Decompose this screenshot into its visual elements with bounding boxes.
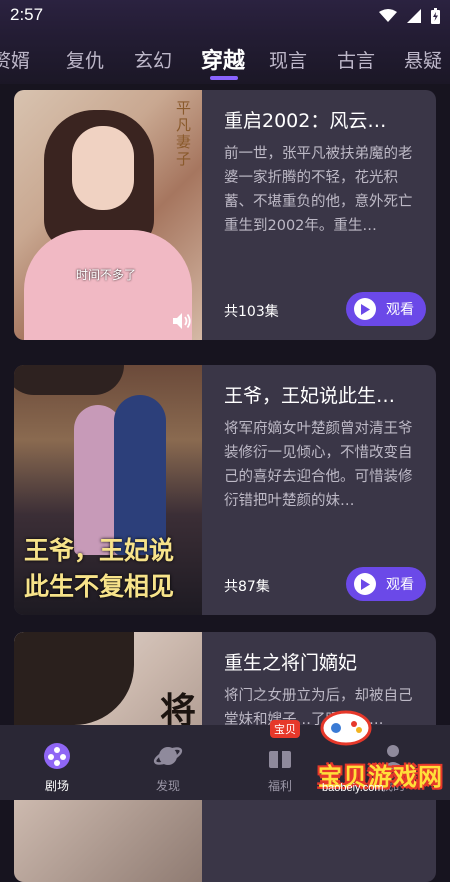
- watch-button[interactable]: 观看: [346, 567, 426, 601]
- drama-card[interactable]: 王爷，王妃说此生不复相见 王爷，王妃说此生… 将军府嫡女叶楚颜曾对清王爷装修衍一…: [14, 365, 436, 615]
- watch-button[interactable]: 观看: [346, 292, 426, 326]
- play-icon: [354, 573, 376, 595]
- poster-hair: [14, 632, 134, 725]
- episode-count: 共103集: [224, 304, 279, 320]
- poster-face: [72, 126, 134, 210]
- drama-poster[interactable]: 平凡妻子 时间不多了: [14, 90, 202, 340]
- status-time: 2:57: [10, 5, 44, 24]
- battery-icon: [431, 8, 440, 24]
- poster-umbrella: [14, 365, 124, 395]
- drama-info: 王爷，王妃说此生… 将军府嫡女叶楚颜曾对清王爷装修衍一见倾心，不惜改变自己的喜好…: [224, 365, 426, 615]
- theater-icon: [44, 743, 70, 769]
- drama-description: 前一世，张平凡被扶弟魔的老婆一家折腾的不轻，花光积蓄、不堪重负的他，意外死亡重生…: [224, 146, 413, 234]
- drama-info: 重启2002：风云… 前一世，张平凡被扶弟魔的老婆一家折腾的不轻，花光积蓄、不堪…: [224, 90, 426, 340]
- tab-zhuixu[interactable]: 赘婿: [0, 46, 30, 73]
- signal-icon: [407, 9, 421, 23]
- tab-xuanhuan[interactable]: 玄幻: [134, 46, 172, 73]
- poster-title-text: 平凡妻子: [176, 99, 192, 168]
- nav-discover-label: 发现: [155, 779, 180, 793]
- status-icons: [379, 8, 440, 24]
- drama-description: 将军府嫡女叶楚颜曾对清王爷装修衍一见倾心，不惜改变自己的喜好去迎合他。可惜装修衍…: [224, 421, 413, 509]
- nav-discover[interactable]: 发现: [128, 725, 208, 800]
- drama-title[interactable]: 重启2002：风云…: [224, 106, 424, 133]
- wifi-icon: [379, 9, 397, 22]
- watermark-badge: 宝贝: [270, 720, 300, 738]
- category-tabs: 赘婿 复仇 玄幻 穿越 现言 古言 悬疑: [0, 32, 450, 84]
- nav-theater-label: 剧场: [44, 779, 69, 793]
- poster-figure-right: [114, 395, 166, 555]
- drama-poster[interactable]: 王爷，王妃说此生不复相见: [14, 365, 202, 615]
- volume-icon[interactable]: [172, 312, 192, 330]
- watermark-url: baobeiy.com: [322, 782, 384, 794]
- planet-icon: [153, 747, 183, 765]
- watch-label: 观看: [386, 577, 414, 593]
- nav-theater[interactable]: 剧场: [17, 725, 97, 800]
- watch-label: 观看: [386, 302, 414, 318]
- status-bar: 2:57: [0, 0, 450, 32]
- active-tab-indicator: [210, 76, 238, 80]
- tab-chuanyue[interactable]: 穿越: [201, 43, 245, 75]
- drama-title[interactable]: 重生之将门嫡妃: [224, 648, 424, 675]
- tab-xuanyi[interactable]: 悬疑: [404, 46, 442, 73]
- poster-title-text: 王爷，王妃说此生不复相见: [24, 536, 175, 601]
- poster-subtitle: 时间不多了: [76, 268, 137, 282]
- play-icon: [354, 298, 376, 320]
- episode-count: 共87集: [224, 579, 270, 595]
- poster-outfit: [24, 230, 192, 340]
- drama-card[interactable]: 平凡妻子 时间不多了 重启2002：风云… 前一世，张平凡被扶弟魔的老婆一家折腾…: [14, 90, 436, 340]
- gamepad-icon: [320, 710, 372, 746]
- tab-guyan[interactable]: 古言: [337, 46, 375, 73]
- tab-fuchou[interactable]: 复仇: [66, 46, 104, 73]
- tab-xianyan[interactable]: 现言: [269, 46, 307, 73]
- drama-title[interactable]: 王爷，王妃说此生…: [224, 381, 424, 408]
